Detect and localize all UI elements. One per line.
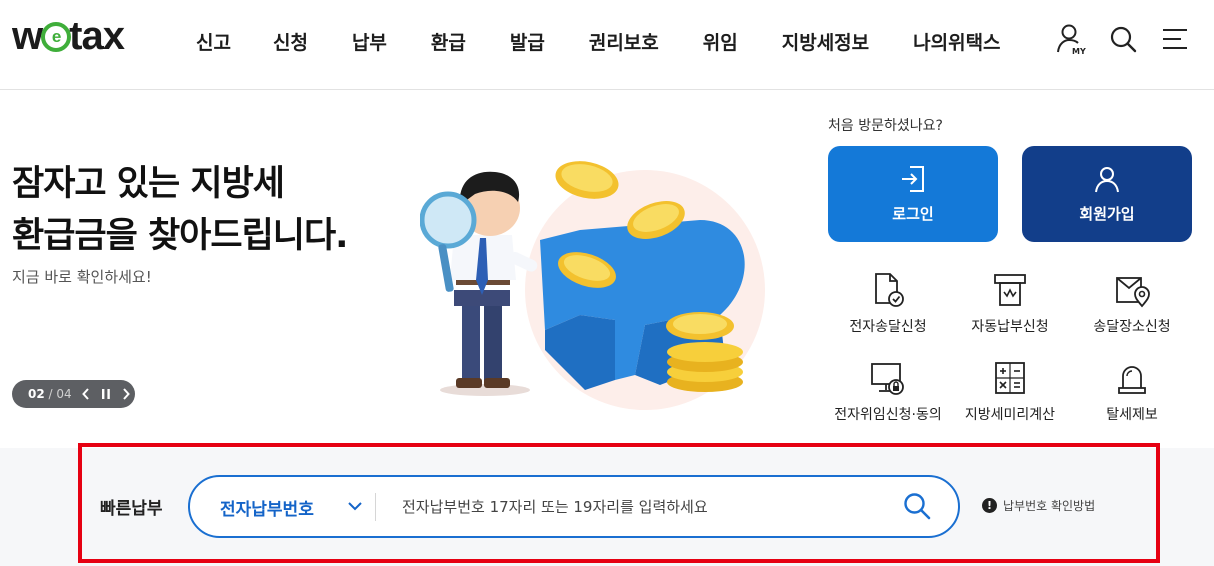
hero-subtitle: 지금 바로 확인하세요! xyxy=(12,268,152,286)
pager-total: 04 xyxy=(56,387,72,401)
payment-number-input[interactable] xyxy=(390,487,870,527)
service-e-delivery[interactable]: 전자송달신청 xyxy=(828,272,948,336)
calculator-icon xyxy=(995,362,1025,394)
payment-number-help-link[interactable]: ! 납부번호 확인방법 xyxy=(982,497,1095,514)
login-label: 로그인 xyxy=(892,204,934,223)
banner-pager: 02 / 04 xyxy=(12,380,135,408)
info-icon: ! xyxy=(982,498,997,513)
wetax-logo[interactable]: w e tax xyxy=(12,13,125,58)
service-label: 전자위임신청·동의 xyxy=(834,407,942,423)
join-label: 회원가입 xyxy=(1079,204,1135,223)
login-icon xyxy=(902,165,924,192)
next-slide-button[interactable] xyxy=(120,386,132,402)
nav-item-my-wetax[interactable]: 나의위택스 xyxy=(913,22,1000,58)
chevron-right-icon xyxy=(122,388,130,400)
my-label: MY xyxy=(1072,47,1086,56)
nav-item-local-tax-info[interactable]: 지방세정보 xyxy=(782,22,869,58)
wetax-home: w e tax 신고 신청 납부 환급 발급 권리보호 위임 지방세정보 나의위택스… xyxy=(0,0,1214,566)
nav-item-payment[interactable]: 납부 xyxy=(352,22,387,58)
my-page-icon[interactable]: MY xyxy=(1056,22,1086,56)
service-label: 송달장소신청 xyxy=(1093,319,1171,335)
service-label: 지방세미리계산 xyxy=(964,407,1056,423)
main-nav: 신고 신청 납부 환급 발급 권리보호 위임 지방세정보 나의위택스 xyxy=(180,22,1001,58)
logo-text-w: w xyxy=(12,13,43,58)
join-button[interactable]: 회원가입 xyxy=(1022,146,1192,242)
pager-separator: / xyxy=(48,387,53,401)
alarm-bell-icon xyxy=(1118,366,1146,394)
search-icon[interactable] xyxy=(902,491,932,521)
service-delivery-address[interactable]: 송달장소신청 xyxy=(1072,272,1192,336)
login-button[interactable]: 로그인 xyxy=(828,146,998,242)
nav-item-report[interactable]: 신고 xyxy=(196,22,231,58)
help-label: 납부번호 확인방법 xyxy=(1003,499,1096,513)
service-tax-evasion-report[interactable]: 탈세제보 xyxy=(1072,360,1192,424)
auto-pay-icon xyxy=(994,274,1026,306)
hero-title-line2: 환급금을 찾아드립니다. xyxy=(12,216,348,256)
service-auto-pay[interactable]: 자동납부신청 xyxy=(950,272,1070,336)
menu-icon[interactable] xyxy=(1160,22,1190,56)
nav-item-refund[interactable]: 환급 xyxy=(431,22,466,58)
pager-text: 02 / 04 xyxy=(28,387,72,401)
quick-pay-label: 빠른납부 xyxy=(100,499,163,519)
service-label: 자동납부신청 xyxy=(971,319,1049,335)
hero-title-line1: 잠자고 있는 지방세 xyxy=(12,164,285,204)
service-tax-estimate[interactable]: 지방세미리계산 xyxy=(950,360,1070,424)
payment-type-select[interactable]: 전자납부번호 xyxy=(220,495,314,520)
document-check-icon xyxy=(875,273,904,307)
chevron-left-icon xyxy=(81,388,89,400)
mail-location-icon xyxy=(1116,277,1150,308)
pause-icon xyxy=(101,389,110,399)
header-utilities: MY xyxy=(1056,22,1190,56)
pause-slide-button[interactable] xyxy=(100,386,112,402)
prev-slide-button[interactable] xyxy=(80,386,92,402)
pager-current: 02 xyxy=(28,387,45,401)
service-label: 전자송달신청 xyxy=(849,319,927,335)
site-header: w e tax 신고 신청 납부 환급 발급 권리보호 위임 지방세정보 나의위택스… xyxy=(0,0,1214,90)
user-icon xyxy=(1095,166,1119,192)
nav-item-rights[interactable]: 권리보호 xyxy=(589,22,659,58)
nav-item-apply[interactable]: 신청 xyxy=(273,22,308,58)
logo-text-tax: tax xyxy=(69,13,125,58)
search-icon[interactable] xyxy=(1108,22,1138,56)
hero-title: 잠자고 있는 지방세 환급금을 찾아드립니다. xyxy=(12,158,348,262)
nav-item-delegation[interactable]: 위임 xyxy=(703,22,738,58)
field-divider xyxy=(375,493,376,521)
quick-pay-field: 전자납부번호 xyxy=(188,475,960,538)
character xyxy=(420,171,538,396)
first-visit-text: 처음 방문하셨나요? xyxy=(828,118,943,134)
service-e-delegation[interactable]: 전자위임신청·동의 xyxy=(828,360,948,424)
coin-stack xyxy=(667,342,743,392)
monitor-lock-icon xyxy=(871,363,904,395)
refund-illustration xyxy=(420,161,765,410)
chevron-down-icon[interactable] xyxy=(346,497,364,515)
logo-e-mark: e xyxy=(41,22,72,52)
service-label: 탈세제보 xyxy=(1106,407,1158,423)
nav-item-issue[interactable]: 발급 xyxy=(510,22,545,58)
